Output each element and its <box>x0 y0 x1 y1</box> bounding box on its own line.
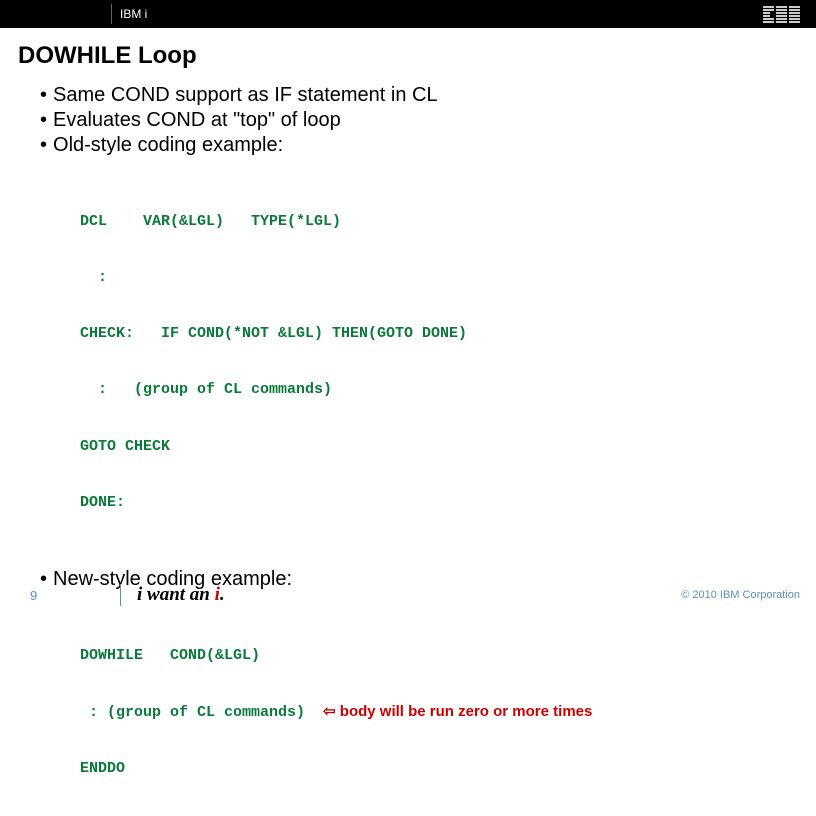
tagline-suffix: . <box>220 584 225 605</box>
bullet-item: • Same COND support as IF statement in C… <box>40 84 786 107</box>
code-line: : <box>80 269 786 288</box>
code-line: GOTO CHECK <box>80 438 786 457</box>
bullet-text: Evaluates COND at "top" of loop <box>53 109 341 132</box>
bullet-text: Old-style coding example: <box>53 134 283 157</box>
header-product-label: IBM i <box>120 7 147 21</box>
slide-footer: 9 i want an i. © 2010 IBM Corporation <box>0 578 816 612</box>
slide-title: DOWHILE Loop <box>18 42 816 70</box>
slide-number: 9 <box>30 588 120 603</box>
slide-content: • Same COND support as IF statement in C… <box>0 84 816 816</box>
tagline-prefix: i want an <box>137 584 215 605</box>
code-text: : (group of CL commands) <box>80 704 323 721</box>
code-line: : (group of CL commands) ⇦ body will be … <box>80 703 786 723</box>
code-line: DCL VAR(&LGL) TYPE(*LGL) <box>80 213 786 232</box>
code-line: DONE: <box>80 494 786 513</box>
code-line: ENDDO <box>80 760 786 779</box>
arrow-left-icon: ⇦ <box>323 703 336 720</box>
code-block-old-style: DCL VAR(&LGL) TYPE(*LGL) : CHECK: IF CON… <box>80 175 786 550</box>
bullet-dot-icon: • <box>40 109 47 132</box>
code-line: CHECK: IF COND(*NOT &LGL) THEN(GOTO DONE… <box>80 325 786 344</box>
code-block-new-style: DOWHILE COND(&LGL) : (group of CL comman… <box>80 609 786 816</box>
bullet-item: • Evaluates COND at "top" of loop <box>40 109 786 132</box>
footer-divider <box>120 584 121 606</box>
copyright-text: © 2010 IBM Corporation <box>681 589 800 601</box>
bullet-dot-icon: • <box>40 134 47 157</box>
code-annotation: body will be run zero or more times <box>336 703 593 720</box>
bullet-item: • Old-style coding example: <box>40 134 786 157</box>
code-line: : (group of CL commands) <box>80 381 786 400</box>
code-line: DOWHILE COND(&LGL) <box>80 647 786 666</box>
bullet-dot-icon: • <box>40 84 47 107</box>
ibm-logo-icon <box>763 6 800 23</box>
header-divider <box>111 4 112 24</box>
slide-header: IBM i <box>0 0 816 28</box>
footer-tagline: i want an i. <box>137 584 225 606</box>
bullet-text: Same COND support as IF statement in CL <box>53 84 438 107</box>
